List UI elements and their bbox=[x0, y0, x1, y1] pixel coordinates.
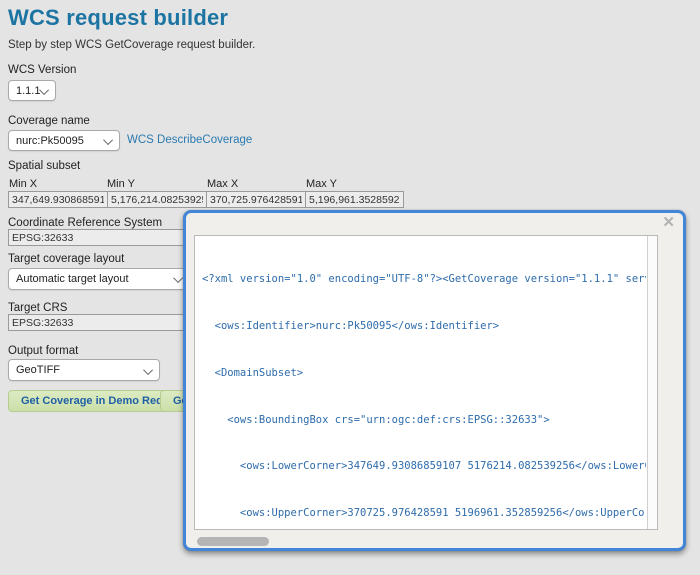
horizontal-scrollbar-thumb[interactable] bbox=[197, 537, 269, 546]
max-y-header: Max Y bbox=[306, 178, 337, 190]
max-y-input[interactable] bbox=[305, 191, 404, 208]
chevron-down-icon bbox=[103, 135, 113, 145]
output-format-value: GeoTIFF bbox=[16, 364, 60, 376]
vertical-scrollbar[interactable] bbox=[647, 236, 657, 529]
getcoverage-xml-dialog: ✕ <?xml version="1.0" encoding="UTF-8"?>… bbox=[183, 210, 686, 551]
target-crs-label: Target CRS bbox=[8, 302, 67, 314]
coverage-name-label: Coverage name bbox=[8, 115, 90, 127]
page-subtitle: Step by step WCS GetCoverage request bui… bbox=[8, 39, 255, 51]
describe-coverage-link[interactable]: WCS DescribeCoverage bbox=[127, 134, 252, 146]
min-x-header: Min X bbox=[9, 178, 37, 190]
chevron-down-icon bbox=[173, 273, 183, 283]
xml-line: <?xml version="1.0" encoding="UTF-8"?><G… bbox=[202, 272, 646, 288]
xml-line: <ows:BoundingBox crs="urn:ogc:def:crs:EP… bbox=[202, 413, 646, 429]
wcs-version-select[interactable]: 1.1.1 bbox=[8, 80, 56, 101]
max-x-header: Max X bbox=[207, 178, 238, 190]
target-layout-select[interactable]: Automatic target layout bbox=[8, 268, 190, 290]
chevron-down-icon bbox=[143, 365, 153, 375]
coverage-name-value: nurc:Pk50095 bbox=[16, 135, 84, 147]
close-icon[interactable]: ✕ bbox=[662, 213, 675, 233]
xml-line: <ows:LowerCorner>347649.93086859107 5176… bbox=[202, 459, 646, 475]
xml-scroll-area[interactable]: <?xml version="1.0" encoding="UTF-8"?><G… bbox=[194, 235, 658, 530]
xml-line: <ows:Identifier>nurc:Pk50095</ows:Identi… bbox=[202, 319, 646, 335]
target-layout-value: Automatic target layout bbox=[16, 273, 129, 285]
xml-line: <ows:UpperCorner>370725.976428591 519696… bbox=[202, 506, 646, 522]
wcs-version-value: 1.1.1 bbox=[16, 85, 40, 97]
xml-line: <DomainSubset> bbox=[202, 366, 646, 382]
getcoverage-xml: <?xml version="1.0" encoding="UTF-8"?><G… bbox=[195, 236, 646, 529]
output-format-select[interactable]: GeoTIFF bbox=[8, 359, 160, 381]
min-y-input[interactable] bbox=[107, 191, 206, 208]
target-crs-input[interactable] bbox=[8, 314, 186, 331]
max-x-input[interactable] bbox=[206, 191, 305, 208]
chevron-down-icon bbox=[39, 85, 49, 95]
page-title: WCS request builder bbox=[8, 5, 228, 31]
spatial-subset-label: Spatial subset bbox=[8, 160, 80, 172]
min-x-input[interactable] bbox=[8, 191, 107, 208]
crs-input[interactable] bbox=[8, 229, 186, 246]
target-layout-label: Target coverage layout bbox=[8, 253, 124, 265]
crs-label: Coordinate Reference System bbox=[8, 217, 162, 229]
wcs-version-label: WCS Version bbox=[8, 64, 76, 76]
output-format-label: Output format bbox=[8, 345, 78, 357]
min-y-header: Min Y bbox=[107, 178, 135, 190]
coverage-name-select[interactable]: nurc:Pk50095 bbox=[8, 130, 120, 151]
